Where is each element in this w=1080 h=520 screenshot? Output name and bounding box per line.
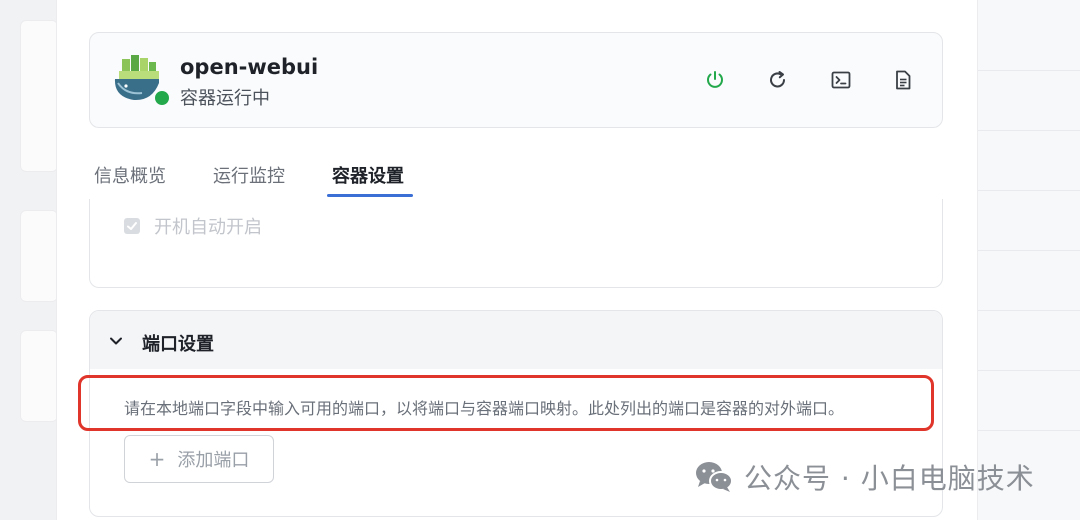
wechat-icon — [694, 460, 734, 494]
detail-tabs: 信息概览 运行监控 容器设置 — [89, 154, 941, 200]
restart-button[interactable] — [765, 67, 791, 93]
app-status-text: 容器运行中 — [180, 84, 270, 110]
power-icon — [704, 69, 726, 91]
watermark: 公众号 · 小白电脑技术 — [694, 458, 1035, 496]
background-block — [20, 20, 58, 172]
tab-container-settings[interactable]: 容器设置 — [332, 162, 404, 188]
restart-icon — [767, 69, 789, 91]
tab-overview[interactable]: 信息概览 — [94, 162, 166, 188]
background-left-column — [0, 0, 56, 520]
chevron-down-icon — [108, 333, 124, 349]
container-header-card: open-webui 容器运行中 — [89, 32, 943, 128]
autostart-checkbox[interactable] — [124, 218, 140, 234]
plus-icon: + — [149, 449, 166, 469]
background-block — [20, 210, 58, 302]
background-block — [20, 330, 58, 422]
port-settings-title: 端口设置 — [142, 330, 214, 356]
terminal-icon — [830, 69, 852, 91]
add-port-label: 添加端口 — [177, 446, 249, 472]
watermark-text: 公众号 · 小白电脑技术 — [744, 457, 1035, 497]
terminal-button[interactable] — [828, 67, 854, 93]
running-status-dot — [153, 89, 171, 107]
port-settings-description: 请在本地端口字段中输入可用的端口，以将端口与容器端口映射。此处列出的端口是容器的… — [124, 395, 844, 419]
container-detail-panel: open-webui 容器运行中 — [56, 0, 978, 520]
add-port-button[interactable]: + 添加端口 — [124, 435, 274, 483]
app-name: open-webui — [180, 55, 318, 79]
check-icon — [126, 220, 138, 232]
tab-monitoring[interactable]: 运行监控 — [213, 162, 285, 188]
port-settings-header[interactable]: 端口设置 — [90, 311, 942, 369]
active-tab-indicator — [327, 194, 413, 197]
background-right-column — [976, 0, 1080, 520]
autostart-label: 开机自动开启 — [154, 213, 262, 239]
logs-button[interactable] — [890, 67, 916, 93]
logs-icon — [892, 69, 914, 91]
general-settings-card: 开机自动开启 — [89, 199, 943, 288]
power-button[interactable] — [702, 67, 728, 93]
